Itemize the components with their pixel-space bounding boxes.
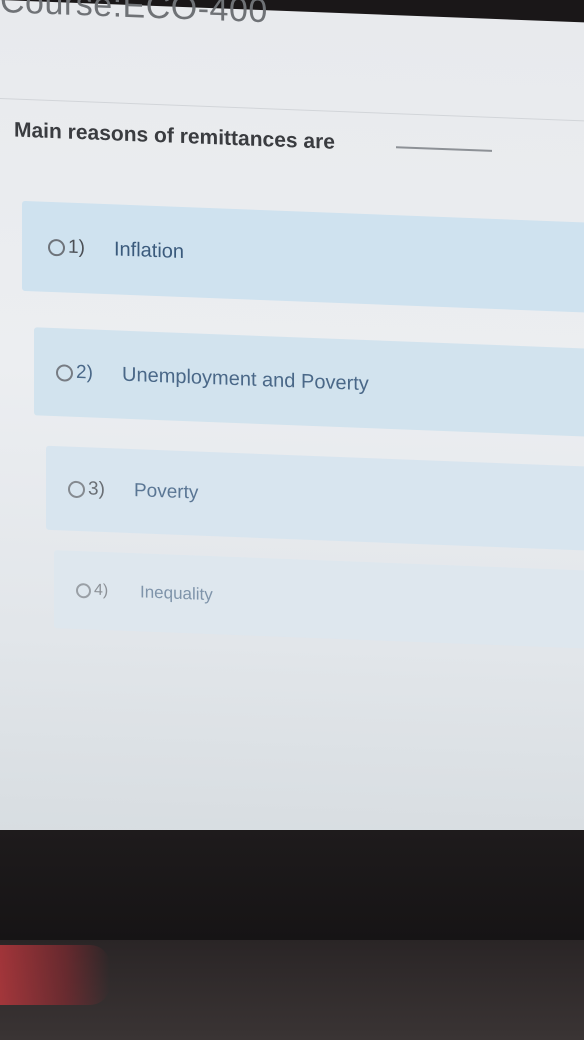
question-text: Main reasons of remittances are [14, 118, 335, 154]
option-label: Inflation [114, 237, 185, 263]
radio-unselected-icon[interactable] [56, 363, 73, 382]
answer-option-2[interactable]: 2) Unemployment and Poverty [34, 327, 584, 437]
option-label: Inequality [140, 582, 213, 605]
red-object [0, 945, 110, 1005]
answer-option-4[interactable]: 4) Inequality [54, 550, 584, 650]
option-number: 2) [76, 361, 93, 384]
answer-option-1[interactable]: 1) Inflation [22, 200, 584, 313]
course-title: Course:ECO-400 [0, 0, 268, 31]
header-divider [0, 98, 584, 122]
radio-unselected-icon[interactable] [76, 582, 91, 598]
option-label: Unemployment and Poverty [122, 363, 369, 395]
photo-of-screen: Course:ECO-400 Main reasons of remittanc… [0, 0, 584, 1040]
quiz-page: Course:ECO-400 Main reasons of remittanc… [0, 0, 584, 923]
option-number: 3) [88, 478, 105, 501]
option-number: 1) [68, 236, 85, 259]
question-blank [396, 146, 492, 152]
radio-unselected-icon[interactable] [68, 480, 85, 498]
option-number: 4) [94, 581, 109, 600]
answer-option-3[interactable]: 3) Poverty [46, 445, 584, 551]
radio-unselected-icon[interactable] [48, 238, 65, 256]
option-label: Poverty [134, 480, 199, 504]
